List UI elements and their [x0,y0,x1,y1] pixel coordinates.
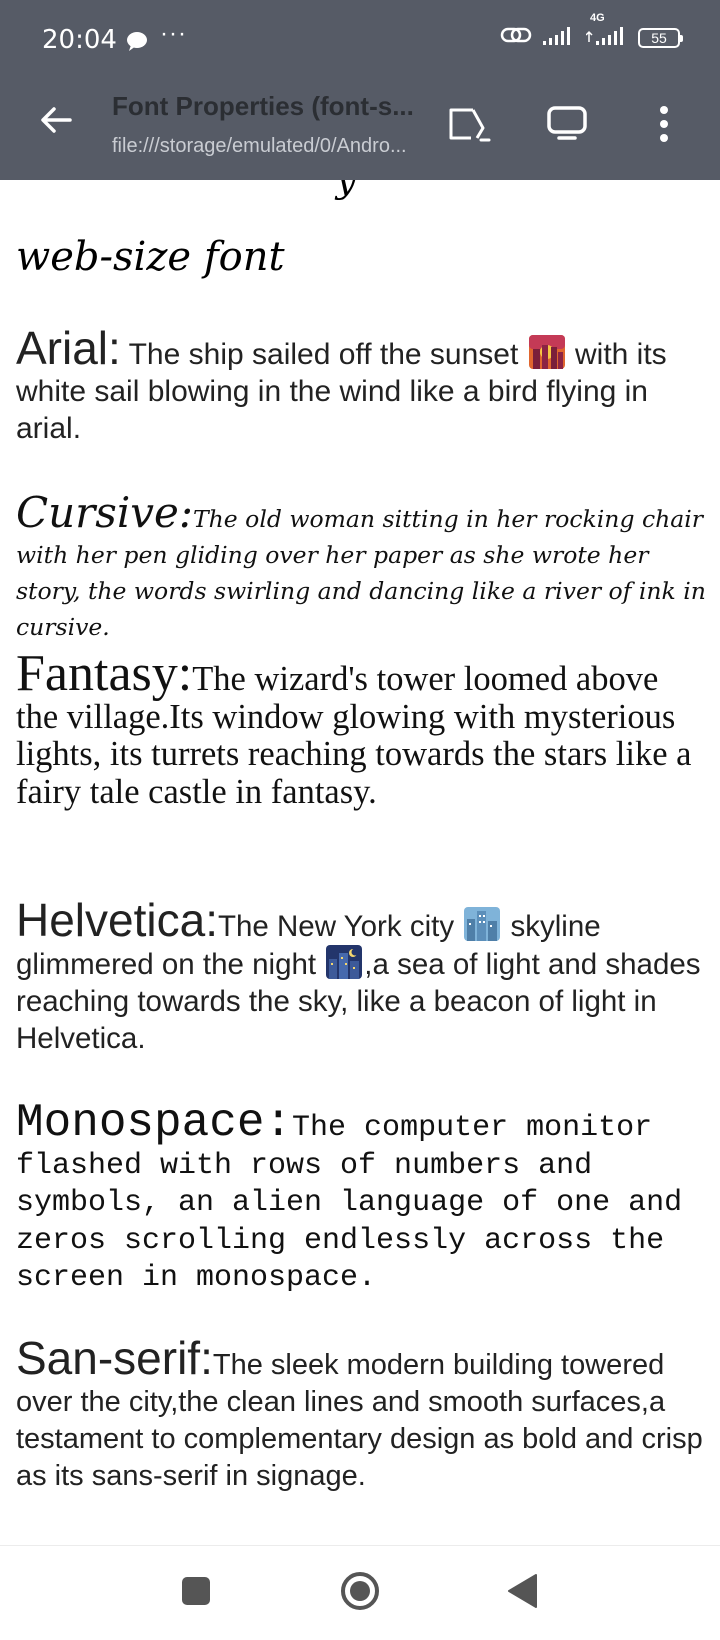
arial-text-start: The ship sailed off the sunset [128,338,519,371]
page-url: file:///storage/emulated/0/Andro... [112,135,407,157]
fantasy-paragraph: Fantasy:The wizard's tower loomed above … [16,648,706,811]
open-in-app-icon [449,108,491,142]
monospace-paragraph: Monospace:The computer monitor flashed w… [16,1100,706,1298]
section-heading: web-size font [16,234,285,280]
cursive-paragraph: Cursive:The old woman sitting in her roc… [16,492,706,645]
top-bar: 20:04 ··· 4G 55 Font Properties (font-s.… [0,0,720,180]
sunset-emoji [528,335,565,369]
battery-level: 55 [651,29,667,46]
triangle-icon [508,1574,537,1608]
page-title: Font Properties (font-s... [112,91,414,121]
web-content[interactable]: y web-size font Arial: The ship sailed o… [0,180,720,1545]
helvetica-label: Helvetica: [16,894,218,946]
square-icon [182,1577,210,1605]
system-nav-bar [0,1545,720,1640]
home-button[interactable] [335,1566,385,1616]
helvetica-paragraph: Helvetica:The New York city skyline glim… [16,897,706,1057]
circle-icon [341,1572,379,1610]
recents-button[interactable] [171,1566,221,1616]
status-right: 4G 55 [500,12,683,51]
desktop-view-icon [547,106,587,140]
nav-back-button[interactable] [497,1566,547,1616]
night-city-emoji [326,945,363,979]
more-options-button[interactable] [640,100,688,148]
fantasy-label: Fantasy: [16,645,193,702]
chat-bubble-icon [126,31,148,56]
cursive-label: Cursive: [16,488,193,537]
signal-4g-icon: 4G [585,12,628,51]
status-time: 20:04 [42,25,117,55]
more-vert-icon [660,106,668,142]
arial-paragraph: Arial: The ship sailed off the sunset wi… [16,325,706,447]
helvetica-text-start: The New York city [217,910,455,943]
clipped-heading-remnant: y [336,180,357,201]
desktop-view-button[interactable] [543,100,591,148]
open-in-app-button[interactable] [446,100,494,148]
more-notifications-icon: ··· [160,20,187,47]
arrow-left-icon [41,107,72,133]
back-button[interactable] [36,100,76,140]
link-icon [500,24,532,51]
sans-serif-paragraph: San-serif:The sleek modern building towe… [16,1335,706,1495]
arial-label: Arial: [16,322,121,374]
network-type-label: 4G [590,12,605,24]
battery-indicator: 55 [638,27,683,48]
monospace-label: Monospace: [16,1097,293,1149]
sans-serif-label: San-serif: [16,1332,213,1384]
signal-icon [542,24,576,51]
cityscape-emoji [464,907,501,941]
